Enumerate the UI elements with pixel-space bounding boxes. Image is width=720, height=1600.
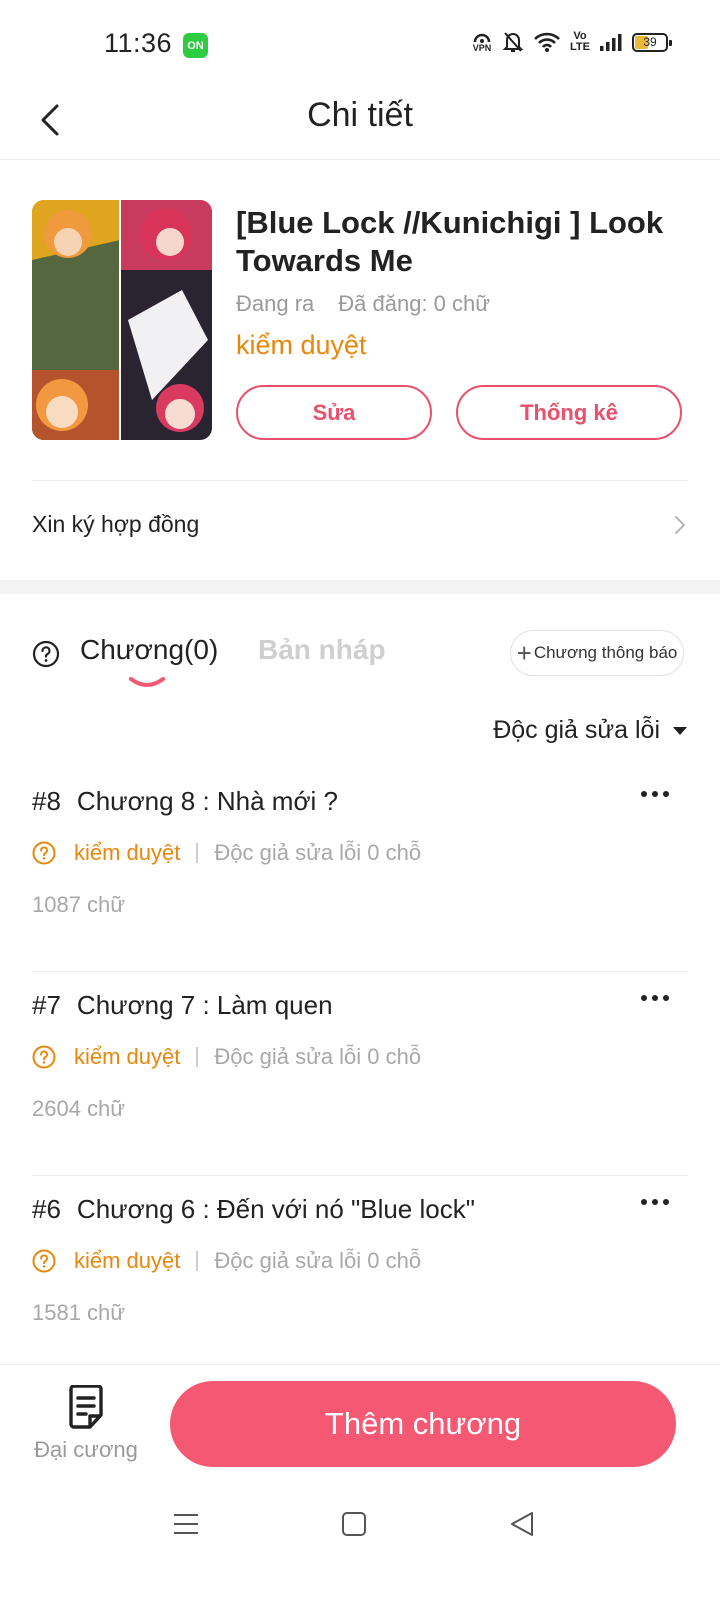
chapter-status-row: kiểm duyệt Độc giả sửa lỗi 0 chỗ [32, 1248, 421, 1274]
document-icon [69, 1385, 103, 1429]
filter-dropdown[interactable]: Độc giả sửa lỗi [493, 716, 688, 745]
chapter-number: #8 [32, 786, 61, 816]
chapter-status: kiểm duyệt [74, 1044, 181, 1069]
separator [196, 843, 199, 863]
more-icon[interactable] [640, 790, 670, 798]
home-icon[interactable] [340, 1510, 368, 1538]
bell-off-icon [502, 30, 524, 54]
caret-down-icon [673, 726, 687, 735]
chapter-title: #6 Chương 6 : Đến với nó "Blue lock" [32, 1194, 475, 1225]
contract-row[interactable]: Xin ký hợp đồng [32, 480, 688, 572]
status-time: 11:36 [104, 28, 173, 58]
volte-icon: Vo LTE [570, 30, 590, 53]
edit-button[interactable]: Sửa [236, 385, 432, 440]
outline-label: Đại cương [34, 1437, 138, 1462]
signal-icon [599, 32, 623, 52]
help-icon [32, 1249, 56, 1273]
outline-button[interactable]: Đại cương [28, 1385, 144, 1475]
chapter-name: Chương 7 : Làm quen [76, 990, 333, 1020]
chapter-reader-fixes: Độc giả sửa lỗi 0 chỗ [214, 1248, 422, 1273]
chapter-reader-fixes: Độc giả sửa lỗi 0 chỗ [214, 840, 422, 865]
chapter-number: #6 [32, 1194, 61, 1224]
more-icon[interactable] [640, 1198, 670, 1206]
wifi-icon [533, 31, 561, 53]
chapter-title: #7 Chương 7 : Làm quen [32, 990, 333, 1021]
book-meta: Đang ra Đã đăng: 0 chữ [236, 291, 490, 317]
book-posted: Đã đăng: 0 chữ [338, 291, 490, 316]
book-review-status: kiểm duyệt [236, 330, 367, 360]
header: Chi tiết [0, 88, 720, 160]
tab-drafts[interactable]: Bản nháp [258, 634, 386, 666]
chapter-word-count: 2604 chữ [32, 1096, 126, 1121]
chapter-item[interactable]: #7 Chương 7 : Làm quen kiểm duyệt Độc giả… [32, 972, 688, 1176]
back-triangle-icon[interactable] [508, 1510, 536, 1538]
status-bar: 11:36 ON VPN Vo LTE 39 [0, 0, 720, 88]
add-chapter-button[interactable]: Thêm chương [170, 1381, 676, 1467]
book-info: [Blue Lock //Kunichigi ] Look Towards Me… [32, 200, 688, 440]
chapter-status-row: kiểm duyệt Độc giả sửa lỗi 0 chỗ [32, 1044, 421, 1070]
chapter-item[interactable]: #6 Chương 6 : Đến với nó "Blue lock" kiểm… [32, 1176, 688, 1380]
chapter-word-count: 1087 chữ [32, 892, 126, 917]
chapter-status: kiểm duyệt [74, 1248, 181, 1273]
tab-chapters[interactable]: Chương(0) [80, 634, 218, 666]
book-title: [Blue Lock //Kunichigi ] Look Towards Me [236, 205, 664, 278]
vpn-label: VPN [472, 42, 492, 53]
add-notice-chapter-button[interactable]: + Chương thông báo [510, 630, 684, 676]
bottom-action-bar: Đại cương Thêm chương [0, 1364, 720, 1488]
battery-icon: 39 [632, 32, 672, 52]
section-divider [0, 580, 720, 594]
separator [196, 1047, 199, 1067]
chapter-name: Chương 8 : Nhà mới ? [76, 786, 338, 816]
status-icons: VPN Vo LTE 39 [471, 30, 672, 54]
chapter-word-count: 1581 chữ [32, 1300, 126, 1325]
chapter-tabs: Chương(0) Bản nháp + Chương thông báo [32, 630, 688, 700]
book-state: Đang ra [236, 291, 315, 316]
chapter-status: kiểm duyệt [74, 840, 181, 865]
help-icon [32, 1045, 56, 1069]
help-icon [32, 841, 56, 865]
vpn-icon: VPN [471, 32, 493, 53]
page-title: Chi tiết [307, 96, 413, 134]
chapter-item[interactable]: #8 Chương 8 : Nhà mới ? kiểm duyệt Độc gi… [32, 768, 688, 972]
chapter-number: #7 [32, 990, 61, 1020]
help-icon[interactable] [32, 640, 60, 668]
chapter-status-row: kiểm duyệt Độc giả sửa lỗi 0 chỗ [32, 840, 421, 866]
battery-level: 39 [643, 35, 657, 49]
filter-label: Độc giả sửa lỗi [493, 716, 660, 744]
more-icon[interactable] [640, 994, 670, 1002]
tab-active-indicator [129, 677, 165, 687]
chapter-title: #8 Chương 8 : Nhà mới ? [32, 786, 338, 817]
menu-icon[interactable] [172, 1510, 200, 1538]
separator [196, 1251, 199, 1271]
plus-icon: + [516, 638, 532, 668]
chapter-reader-fixes: Độc giả sửa lỗi 0 chỗ [214, 1044, 422, 1069]
stats-button[interactable]: Thống kê [456, 385, 682, 440]
book-cover[interactable] [32, 200, 212, 440]
app-badge-icon: ON [183, 33, 208, 58]
contract-label: Xin ký hợp đồng [32, 511, 200, 537]
chapter-name: Chương 6 : Đến với nó "Blue lock" [76, 1194, 475, 1224]
notice-label: Chương thông báo [533, 643, 678, 662]
system-navigation-bar [0, 1488, 720, 1600]
chevron-right-icon [675, 516, 686, 534]
